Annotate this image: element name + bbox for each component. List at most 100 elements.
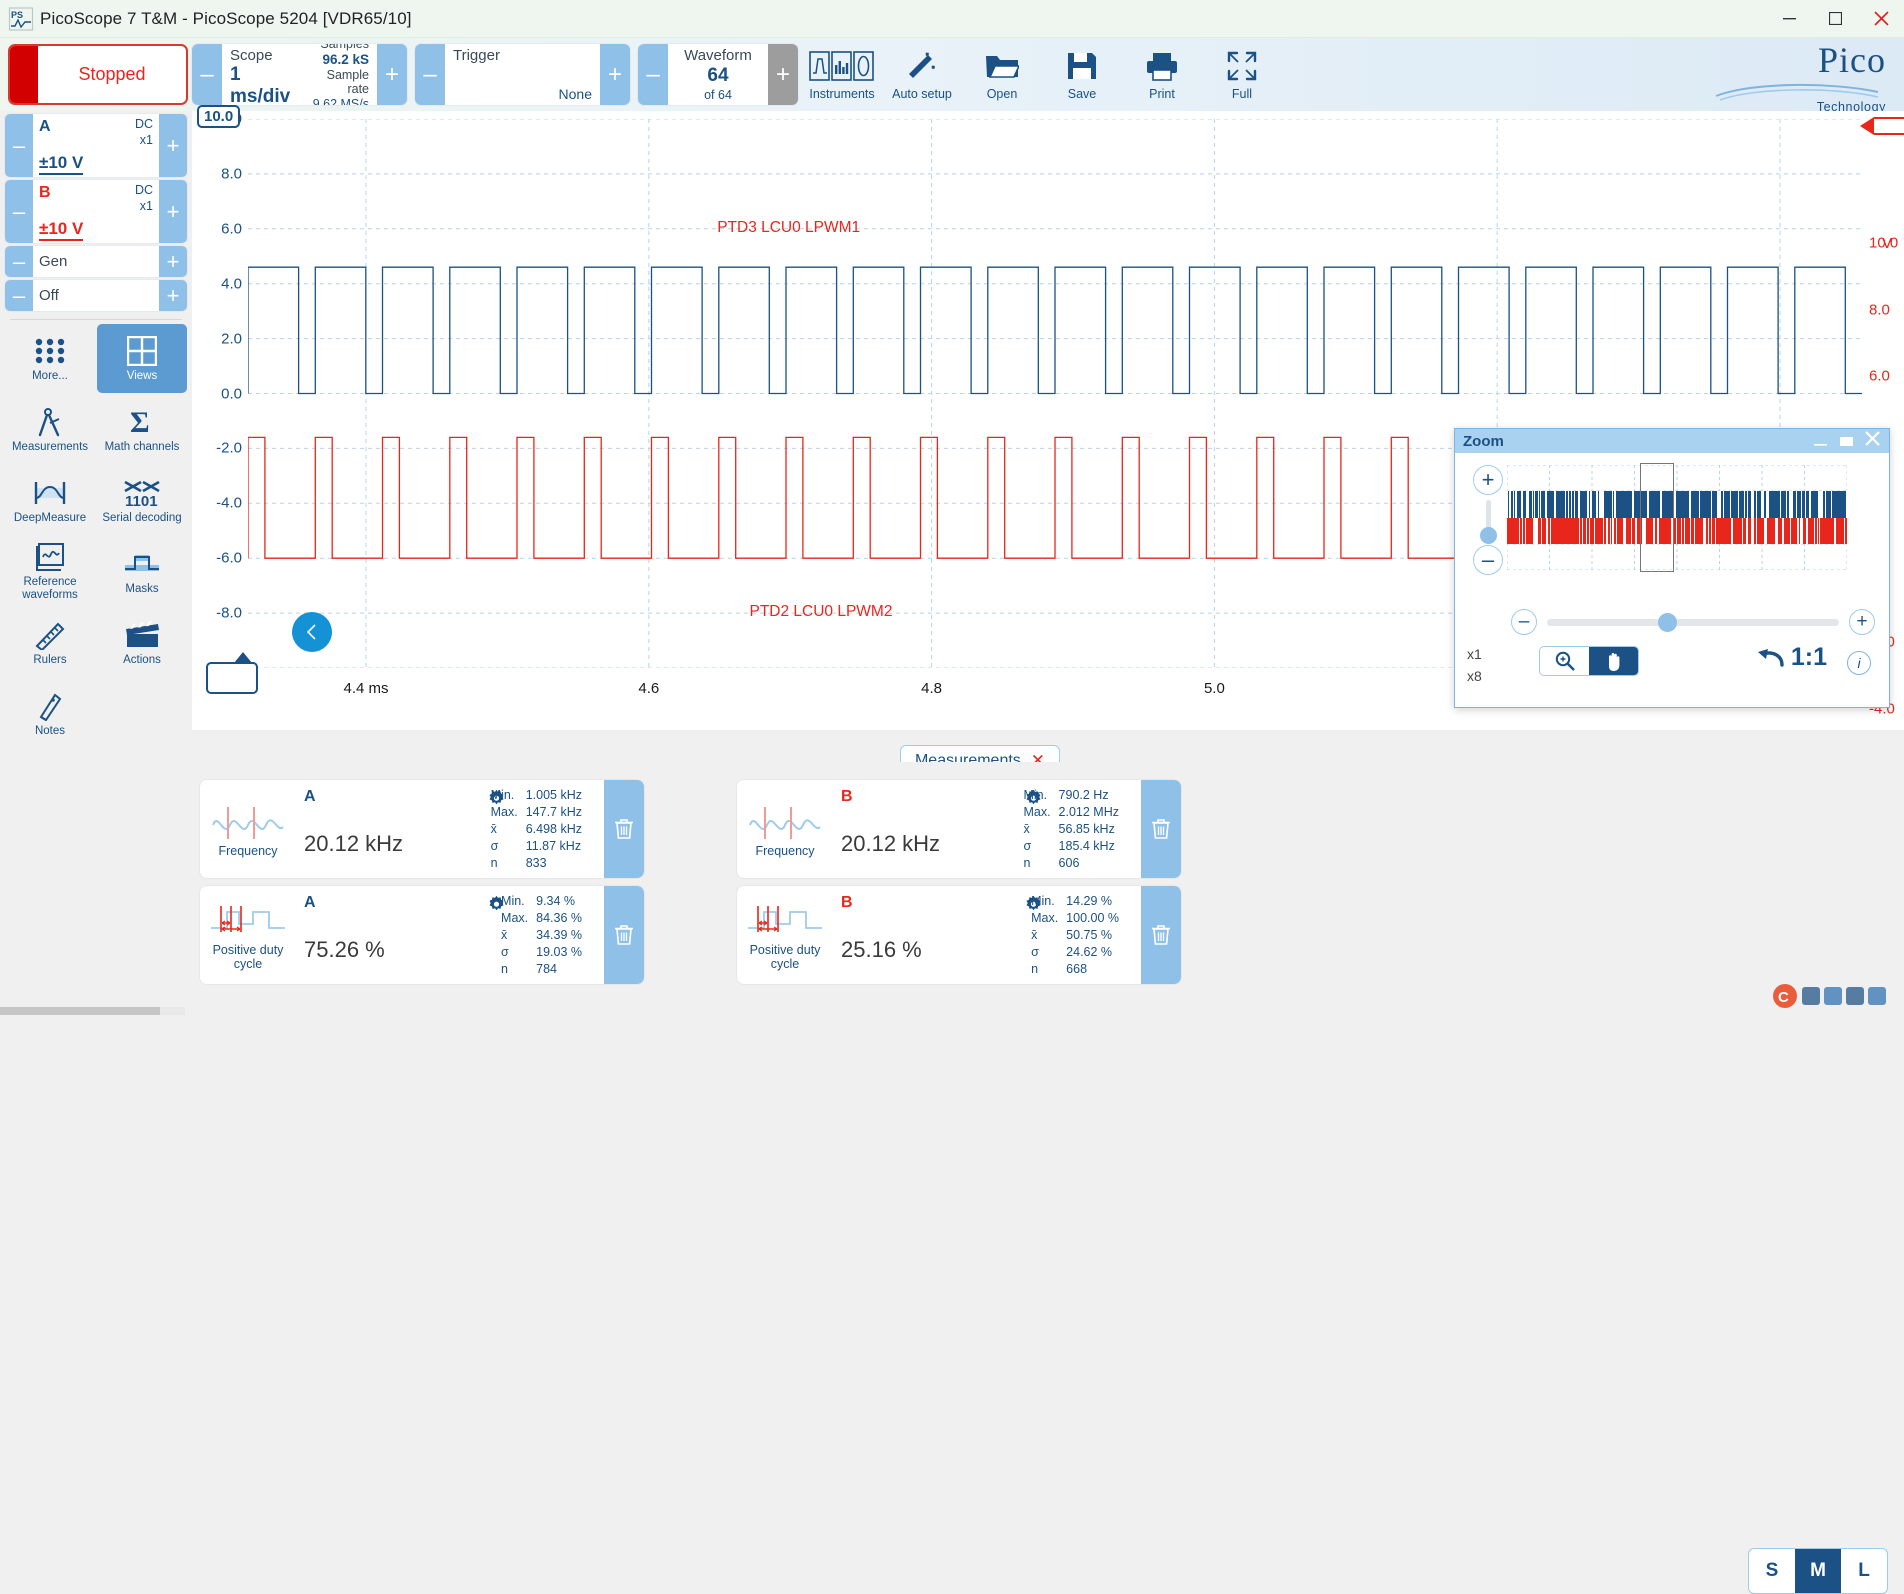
sidebar-item-rulers[interactable]: Rulers [5, 608, 95, 677]
channel-b-plus-button[interactable]: + [159, 180, 187, 243]
caliper-icon [37, 406, 63, 438]
waveform-plus-button[interactable]: + [768, 44, 798, 105]
trigger-header: Trigger [453, 47, 592, 64]
off-control[interactable]: – Off + [5, 280, 187, 311]
zoom-vertical-slider-thumb[interactable] [1480, 527, 1497, 544]
zoom-close-button[interactable] [1859, 430, 1885, 452]
open-button[interactable]: Open [962, 38, 1042, 111]
waveform-body[interactable]: Waveform 64 of 64 [668, 44, 768, 105]
instruments-button[interactable]: Instruments [802, 38, 882, 111]
channel-a-plus-button[interactable]: + [159, 114, 187, 177]
channel-a-coupling-value: DC [135, 117, 153, 133]
chevron-left-icon [302, 622, 322, 642]
serial-1101-icon: 1101 [121, 477, 163, 509]
trigger-plus-button[interactable]: + [600, 44, 630, 105]
waveform-minus-button[interactable]: – [638, 44, 668, 105]
gen-plus-button[interactable]: + [159, 246, 187, 277]
off-plus-button[interactable]: + [159, 280, 187, 311]
collapse-panel-button[interactable] [292, 612, 332, 652]
zoom-mode-pan-button[interactable] [1589, 647, 1638, 675]
sidebar-item-actions[interactable]: Actions [97, 608, 187, 677]
measurement-delete-button[interactable] [1141, 886, 1181, 984]
sidebar-scrollbar[interactable] [0, 1007, 185, 1015]
measurement-delete-button[interactable] [604, 780, 644, 878]
measurement-size-selector[interactable]: S M L [1748, 1548, 1888, 1594]
timebase-minus-button[interactable]: – [192, 44, 222, 105]
full-screen-button[interactable]: Full [1202, 38, 1282, 111]
zoom-window-titlebar[interactable]: Zoom [1455, 429, 1889, 453]
timebase-body[interactable]: Scope 1 ms/div Samples 96.2 kS Sample ra… [222, 44, 377, 105]
size-option-l[interactable]: L [1841, 1549, 1887, 1593]
sidebar-item-masks[interactable]: Masks [97, 537, 187, 606]
zoom-horizontal-control[interactable]: – + [1511, 607, 1875, 637]
channel-a-minus-button[interactable]: – [5, 114, 33, 177]
channel-a-control[interactable]: – A DC x1 ±10 V + [5, 114, 187, 177]
sidebar-item-more[interactable]: More... [5, 324, 95, 393]
zoom-selection-rect[interactable] [1640, 463, 1674, 572]
stat-value-mean: 50.75 % [1066, 927, 1119, 943]
channel-b-control[interactable]: – B DC x1 ±10 V + [5, 180, 187, 243]
zoom-overview-window[interactable]: Zoom + – – + x1 x8 [1454, 428, 1890, 708]
close-button[interactable] [1858, 0, 1904, 38]
channel-a-body[interactable]: A DC x1 ±10 V [33, 114, 159, 177]
x-axis-tick: 4.8 [921, 680, 942, 697]
zoom-horizontal-minus-button[interactable]: – [1511, 609, 1537, 635]
channel-a-scale-badge[interactable]: 10.0 [197, 105, 240, 128]
trigger-minus-button[interactable]: – [415, 44, 445, 105]
zoom-horizontal-slider-thumb[interactable] [1658, 613, 1677, 632]
zoom-out-button[interactable]: – [1473, 545, 1503, 575]
sidebar-item-serial-decoding[interactable]: 1101 Serial decoding [97, 466, 187, 535]
stat-label-max: Max. [501, 910, 528, 926]
run-status-button[interactable]: Stopped [8, 44, 188, 105]
trigger-marker-arrow-icon[interactable] [1858, 113, 1904, 139]
zoom-mode-toggle[interactable] [1539, 646, 1639, 676]
channel-b-body[interactable]: B DC x1 ±10 V [33, 180, 159, 243]
channel-b-minus-button[interactable]: – [5, 180, 33, 243]
measurement-card[interactable]: Frequency A 20.12 kHz Min. 1.005 kHz Max… [200, 780, 644, 878]
measurement-card[interactable]: Positive duty cycle A 75.26 % Min. 9.34 … [200, 886, 644, 984]
measurement-delete-button[interactable] [1141, 780, 1181, 878]
zoom-in-button[interactable]: + [1473, 465, 1503, 495]
channel-b-scale-badge[interactable] [206, 662, 258, 694]
measurement-card[interactable]: Frequency B 20.12 kHz Min. 790.2 Hz Max.… [737, 780, 1181, 878]
print-button[interactable]: Print [1122, 38, 1202, 111]
measurement-statistics: Min. 9.34 % Max. 84.36 % x̄ 34.39 % σ 19… [501, 893, 582, 977]
zoom-minimize-button[interactable] [1807, 433, 1833, 450]
auto-setup-button[interactable]: Auto setup [882, 38, 962, 111]
size-option-m[interactable]: M [1795, 1549, 1841, 1593]
stat-label-mean: x̄ [1023, 821, 1050, 837]
zoom-mode-magnifier-button[interactable] [1540, 647, 1589, 675]
sidebar-item-deepmeasure[interactable]: DeepMeasure [5, 466, 95, 535]
minimize-button[interactable] [1766, 0, 1812, 38]
zoom-window-title: Zoom [1463, 433, 1504, 450]
zoom-horizontal-plus-button[interactable]: + [1849, 609, 1875, 635]
measurement-delete-button[interactable] [604, 886, 644, 984]
trash-icon [1151, 818, 1171, 840]
maximize-button[interactable] [1812, 0, 1858, 38]
timebase-plus-button[interactable]: + [377, 44, 407, 105]
sidebar-item-math-channels[interactable]: Σ Math channels [97, 395, 187, 464]
zoom-info-button[interactable]: i [1847, 651, 1871, 675]
frequency-icon [209, 803, 287, 843]
gen-control[interactable]: – Gen + [5, 246, 187, 277]
zoom-overview-preview[interactable] [1507, 465, 1847, 570]
trigger-body[interactable]: Trigger None [445, 44, 600, 105]
zoom-horizontal-slider-track[interactable] [1547, 619, 1839, 626]
zoom-vertical-zoom-control[interactable]: + – [1467, 465, 1509, 575]
sidebar-item-views[interactable]: Views [97, 324, 187, 393]
sidebar-item-notes[interactable]: Notes [5, 679, 95, 748]
sidebar-scrollbar-thumb[interactable] [0, 1007, 160, 1015]
gen-minus-button[interactable]: – [5, 246, 33, 277]
sidebar-item-reference-waveforms[interactable]: Reference waveforms [5, 537, 95, 606]
size-option-s[interactable]: S [1749, 1549, 1795, 1593]
stat-label-min: Min. [1031, 893, 1058, 909]
measurement-card[interactable]: Positive duty cycle B 25.16 % Min. 14.29… [737, 886, 1181, 984]
off-minus-button[interactable]: – [5, 280, 33, 311]
zoom-maximize-button[interactable] [1833, 433, 1859, 450]
measurement-value: 20.12 kHz [841, 831, 940, 857]
sidebar-item-measurements[interactable]: Measurements [5, 395, 95, 464]
save-button[interactable]: Save [1042, 38, 1122, 111]
zoom-reset-1to1-button[interactable]: 1:1 [1756, 643, 1827, 672]
sidebar-item-serial-label: Serial decoding [102, 512, 181, 525]
zoom-vertical-slider-track[interactable] [1486, 500, 1491, 540]
